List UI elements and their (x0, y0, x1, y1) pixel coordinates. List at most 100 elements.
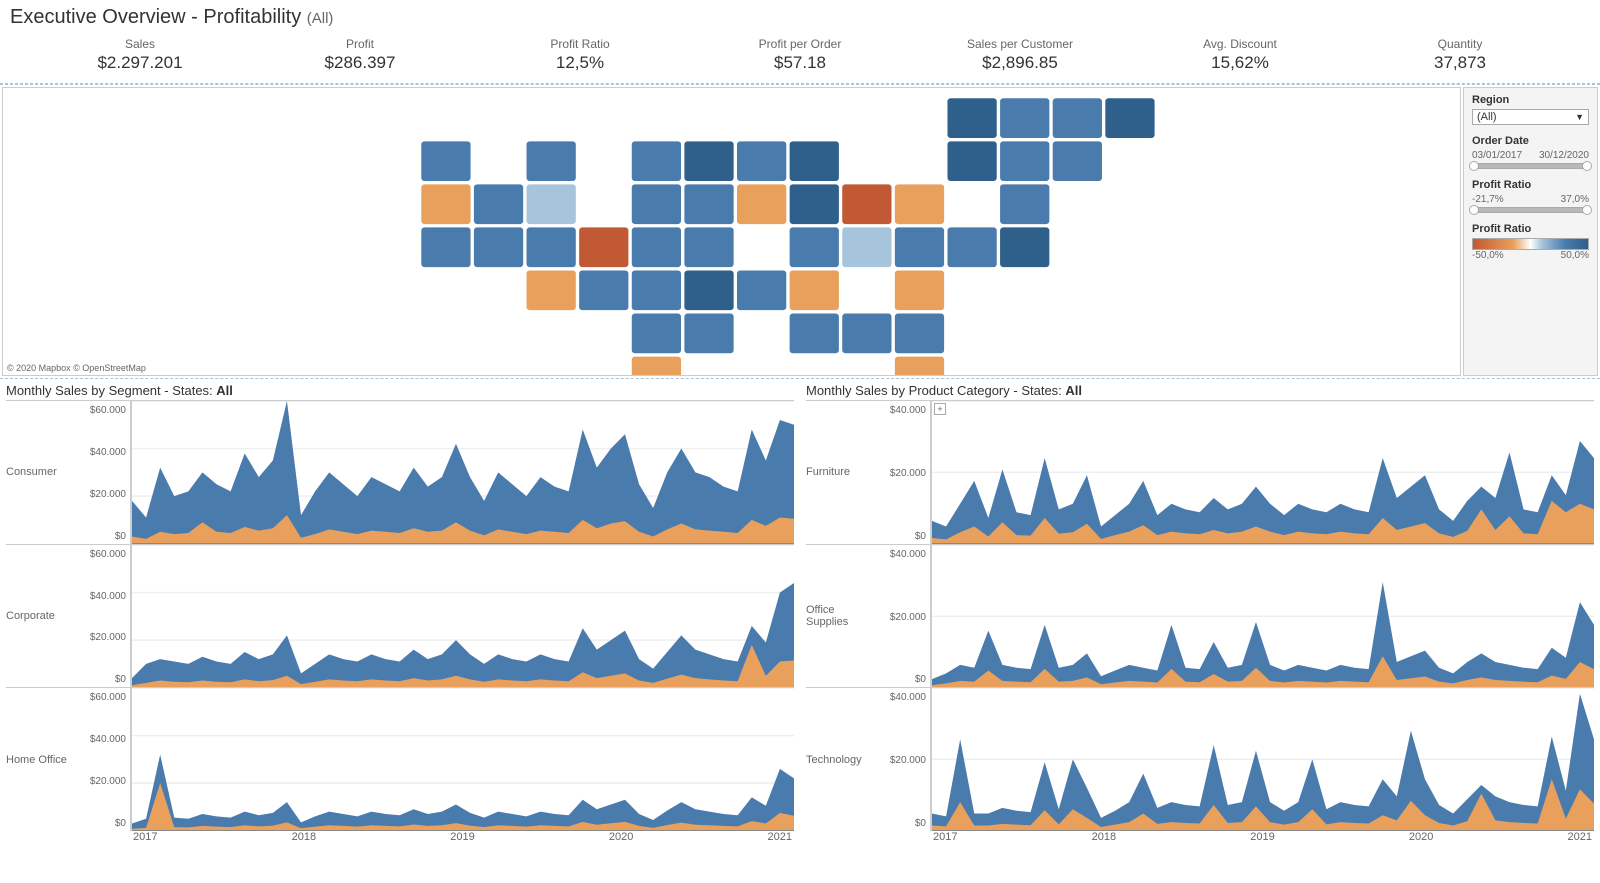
facet-technology: Technology$40.000$20.000$0 (806, 687, 1594, 831)
segment-charts-title: Monthly Sales by Segment - States: All (6, 383, 794, 398)
x-tick: 2021 (768, 831, 792, 849)
state-CT[interactable] (999, 141, 1050, 182)
state-MO[interactable] (684, 227, 735, 268)
state-NM[interactable] (578, 270, 629, 311)
segment-charts: Monthly Sales by Segment - States: All C… (0, 379, 800, 851)
state-GA[interactable] (842, 313, 893, 354)
state-MI[interactable] (789, 141, 840, 182)
state-ME[interactable] (1105, 98, 1156, 139)
profit-ratio-handle-min[interactable] (1469, 205, 1479, 215)
state-OH[interactable] (842, 184, 893, 225)
state-NJ[interactable] (999, 184, 1050, 225)
expand-icon[interactable]: + (934, 403, 946, 415)
state-DE[interactable] (999, 227, 1050, 268)
map-panel[interactable]: © 2020 Mapbox © OpenStreetMap (2, 87, 1461, 376)
state-MA[interactable] (1052, 98, 1103, 139)
state-KY[interactable] (789, 227, 840, 268)
plot[interactable] (931, 545, 1594, 688)
state-MT[interactable] (526, 141, 577, 182)
state-NE[interactable] (631, 227, 682, 268)
kpi-value: 37,873 (1350, 53, 1570, 73)
state-NH[interactable] (999, 98, 1050, 139)
color-legend: Profit Ratio -50,0% 50,0% (1472, 223, 1589, 261)
kpi-profit-ratio: Profit Ratio 12,5% (470, 37, 690, 73)
state-CO[interactable] (578, 227, 629, 268)
plot[interactable] (131, 688, 794, 831)
state-IA[interactable] (684, 184, 735, 225)
state-VA[interactable] (894, 227, 945, 268)
state-UT[interactable] (526, 227, 577, 268)
state-IN[interactable] (789, 184, 840, 225)
state-TX[interactable] (631, 356, 682, 375)
chevron-down-icon: ▼ (1575, 112, 1584, 122)
plot[interactable] (931, 688, 1594, 831)
segment-title-prefix: Monthly Sales by Segment - States: (6, 383, 216, 398)
kpi-profit: Profit$286.397 (250, 37, 470, 73)
x-tick: 2021 (1568, 831, 1592, 849)
kpi-sales-per-customer: Sales per Customer$2,896.85 (910, 37, 1130, 73)
order-date-handle-min[interactable] (1469, 161, 1479, 171)
state-RI[interactable] (1052, 141, 1103, 182)
x-tick: 2017 (133, 831, 157, 849)
order-date-slider[interactable] (1472, 163, 1589, 169)
state-FL[interactable] (894, 356, 945, 375)
state-NV[interactable] (473, 227, 524, 268)
state-AL[interactable] (789, 313, 840, 354)
state-SD[interactable] (631, 184, 682, 225)
us-map[interactable] (3, 88, 1460, 375)
state-AR[interactable] (684, 270, 735, 311)
order-date-from: 03/01/2017 (1472, 150, 1522, 161)
facet-label: Technology (806, 688, 876, 831)
x-tick: 2017 (933, 831, 957, 849)
state-MD[interactable] (947, 227, 998, 268)
state-SC[interactable] (894, 313, 945, 354)
kpi-label: Sales per Customer (910, 37, 1130, 51)
filter-order-date: Order Date 03/01/2017 30/12/2020 (1472, 135, 1589, 169)
kpi-value: 12,5% (470, 53, 690, 73)
state-LA[interactable] (684, 313, 735, 354)
state-ID[interactable] (473, 184, 524, 225)
y-axis: $60.000$40.000$20.000$0 (76, 545, 131, 688)
order-date-handle-max[interactable] (1582, 161, 1592, 171)
facet-consumer: Consumer$60.000$40.000$20.000$0 (6, 400, 794, 544)
region-dropdown[interactable]: (All) ▼ (1472, 109, 1589, 125)
kpi-label: Sales (30, 37, 250, 51)
state-KS[interactable] (631, 270, 682, 311)
state-WV[interactable] (842, 227, 893, 268)
kpi-quantity: Quantity37,873 (1350, 37, 1570, 73)
state-OR[interactable] (421, 184, 472, 225)
kpi-label: Profit Ratio (470, 37, 690, 51)
segment-title-value: All (216, 383, 233, 398)
x-tick: 2020 (1409, 831, 1433, 849)
state-MS[interactable] (736, 270, 787, 311)
state-VT[interactable] (947, 98, 998, 139)
state-PA[interactable] (894, 184, 945, 225)
x-tick: 2019 (450, 831, 474, 849)
state-ND[interactable] (631, 141, 682, 182)
state-WA[interactable] (421, 141, 472, 182)
state-WI[interactable] (736, 141, 787, 182)
kpi-profit-per-order: Profit per Order$57.18 (690, 37, 910, 73)
y-axis: $40.000$20.000$0 (876, 688, 931, 831)
state-IL[interactable] (736, 184, 787, 225)
state-MN[interactable] (684, 141, 735, 182)
state-NY[interactable] (947, 141, 998, 182)
state-TN[interactable] (789, 270, 840, 311)
filter-profit-ratio: Profit Ratio -21,7% 37,0% (1472, 179, 1589, 213)
category-charts: Monthly Sales by Product Category - Stat… (800, 379, 1600, 851)
plot[interactable] (131, 545, 794, 688)
state-WY[interactable] (526, 184, 577, 225)
plot[interactable]: + (931, 401, 1594, 544)
facet-corporate: Corporate$60.000$40.000$20.000$0 (6, 544, 794, 688)
state-AZ[interactable] (526, 270, 577, 311)
profit-ratio-slider[interactable] (1472, 207, 1589, 213)
legend-min: -50,0% (1472, 250, 1504, 261)
facet-label: Office Supplies (806, 545, 876, 688)
state-NC[interactable] (894, 270, 945, 311)
filter-region-title: Region (1472, 94, 1589, 106)
profit-ratio-handle-max[interactable] (1582, 205, 1592, 215)
plot[interactable] (131, 401, 794, 544)
kpi-row: Sales$2.297.201Profit$286.397Profit Rati… (0, 33, 1600, 84)
state-OK[interactable] (631, 313, 682, 354)
state-CA[interactable] (421, 227, 472, 268)
